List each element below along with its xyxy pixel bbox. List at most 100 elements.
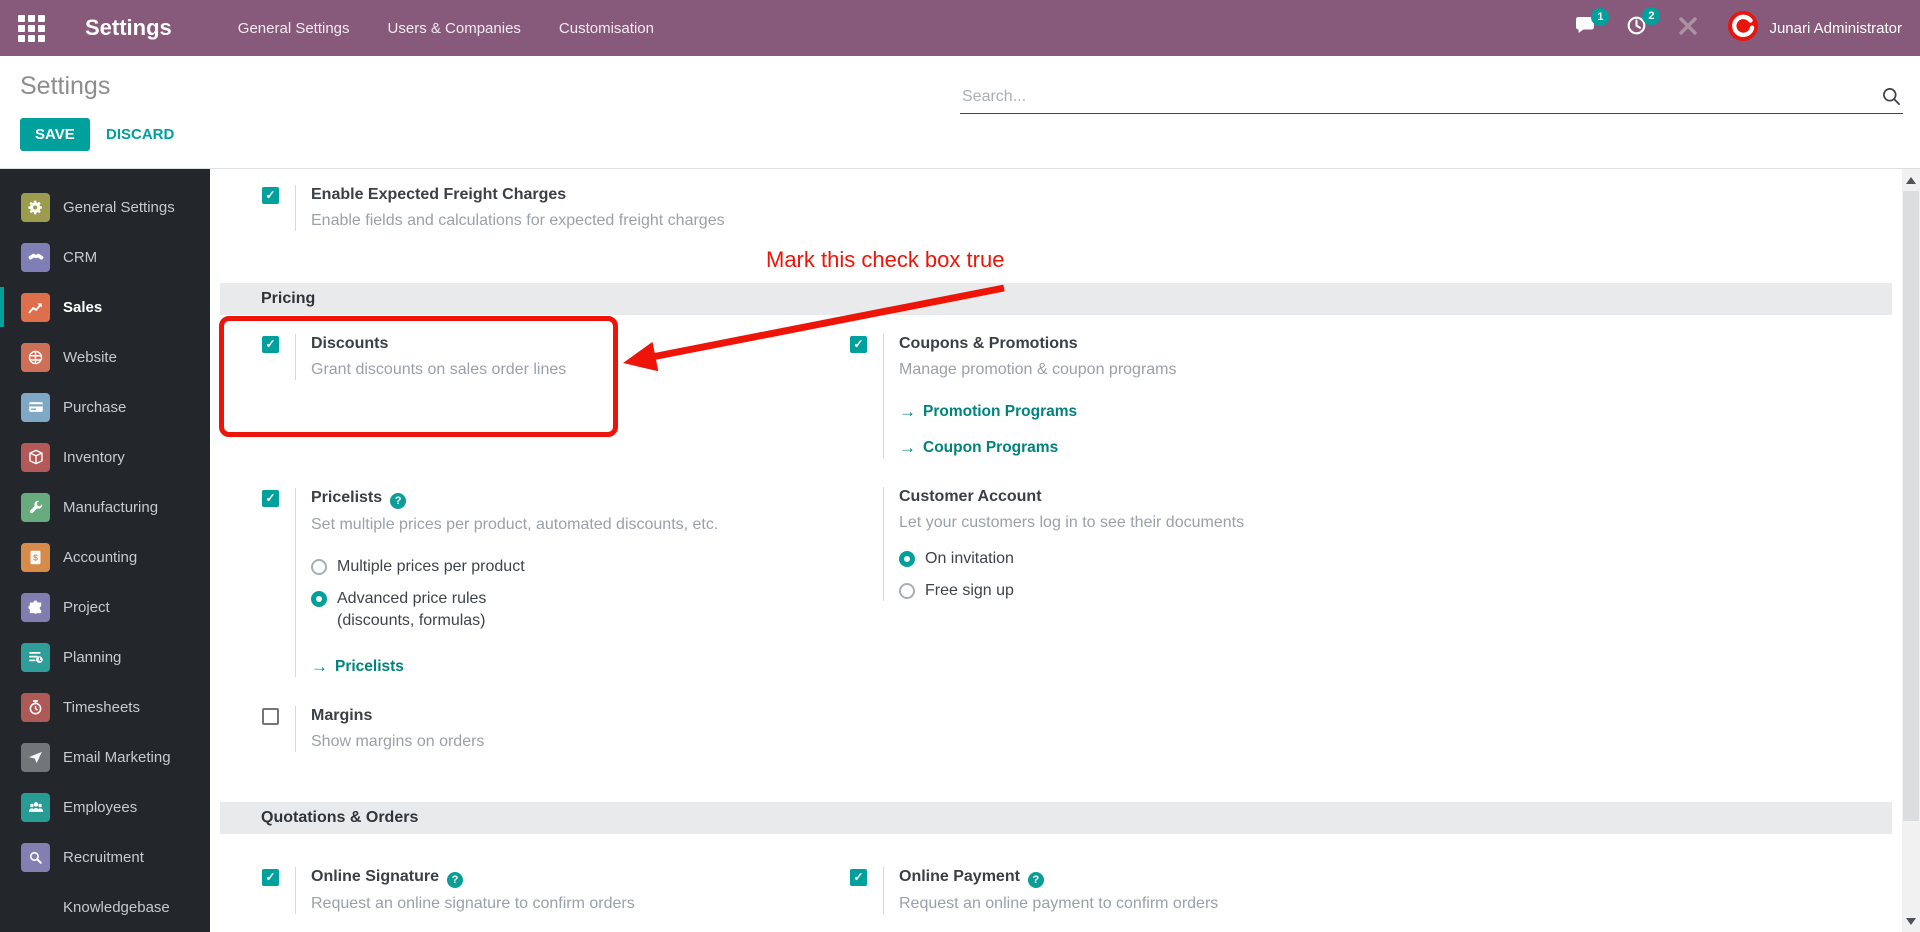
search-icon[interactable] <box>1882 87 1901 111</box>
app-icon-placeholder <box>21 893 50 922</box>
menu-general-settings[interactable]: General Settings <box>234 14 354 43</box>
radio-icon <box>899 583 915 599</box>
radio-advanced-price-rules[interactable]: Advanced price rules <box>311 589 718 609</box>
setting-title: Online Signature <box>311 867 635 888</box>
online-signature-checkbox[interactable] <box>262 869 279 886</box>
setting-title: Pricelists <box>311 488 718 509</box>
sidebar-item-email-marketing[interactable]: Email Marketing <box>0 732 210 782</box>
promotion-programs-link[interactable]: Promotion Programs <box>899 402 1177 422</box>
top-navbar: Settings General Settings Users & Compan… <box>0 0 1920 56</box>
sidebar-item-label: Inventory <box>63 448 125 466</box>
sidebar-item-website[interactable]: Website <box>0 332 210 382</box>
box-icon <box>21 442 50 472</box>
sidebar-item-label: Employees <box>63 798 138 816</box>
pricelists-checkbox[interactable] <box>262 490 279 507</box>
partial-link-arrow[interactable]: → <box>899 924 915 932</box>
coupons-checkbox[interactable] <box>850 336 867 353</box>
activities-badge: 2 <box>1642 7 1661 25</box>
sidebar-item-employees[interactable]: Employees <box>0 782 210 832</box>
sidebar-item-sales[interactable]: Sales <box>0 282 210 332</box>
sidebar-item-label: Accounting <box>63 548 138 566</box>
radio-free-sign-up[interactable]: Free sign up <box>899 581 1244 601</box>
radio-icon <box>899 551 915 567</box>
sidebar-item-label: Timesheets <box>63 698 140 716</box>
freight-checkbox[interactable] <box>262 187 279 204</box>
scroll-down-icon[interactable] <box>1902 912 1920 930</box>
setting-desc: Set multiple prices per product, automat… <box>311 516 719 533</box>
radio-multiple-prices[interactable]: Multiple prices per product <box>311 557 718 577</box>
coupon-programs-link[interactable]: Coupon Programs <box>899 438 1177 458</box>
sidebar-item-crm[interactable]: CRM <box>0 232 210 282</box>
setting-pricelists: Pricelists Set multiple prices per produ… <box>262 488 718 677</box>
messages-button[interactable]: 1 <box>1574 7 1610 41</box>
developer-tools-button[interactable] <box>1677 15 1699 42</box>
setting-online-signature: Online Signature Request an online signa… <box>262 867 635 914</box>
activities-button[interactable]: 2 <box>1626 7 1661 41</box>
menu-customisation[interactable]: Customisation <box>555 14 658 43</box>
user-name: Junari Administrator <box>1769 19 1902 37</box>
save-button[interactable]: SAVE <box>20 118 90 151</box>
sidebar-item-accounting[interactable]: $ Accounting <box>0 532 210 582</box>
setting-desc: Request an online payment to confirm ord… <box>899 895 1219 912</box>
discounts-checkbox[interactable] <box>262 336 279 353</box>
setting-margins: Margins Show margins on orders <box>262 706 484 752</box>
radio-icon <box>311 559 327 575</box>
radio-label: Multiple prices per product <box>337 558 525 575</box>
help-icon[interactable] <box>390 493 407 509</box>
setting-online-payment: Online Payment Request an online payment… <box>850 867 1218 914</box>
setting-title: Coupons & Promotions <box>899 335 1078 352</box>
setting-desc: Show margins on orders <box>311 733 485 750</box>
puzzle-icon <box>21 592 50 622</box>
scrollbar-thumb[interactable] <box>1903 191 1919 821</box>
help-icon[interactable] <box>447 872 464 888</box>
page-title: Settings <box>20 72 111 100</box>
scroll-up-icon[interactable] <box>1902 171 1920 189</box>
search-box <box>960 82 1903 114</box>
setting-desc: Request an online signature to confirm o… <box>311 895 635 912</box>
app-title[interactable]: Settings <box>85 15 172 41</box>
online-payment-checkbox[interactable] <box>850 869 867 886</box>
sidebar-item-manufacturing[interactable]: Manufacturing <box>0 482 210 532</box>
setting-title-text: Pricelists <box>311 489 383 506</box>
setting-title: Customer Account <box>899 488 1042 505</box>
sidebar-item-inventory[interactable]: Inventory <box>0 432 210 482</box>
help-icon[interactable] <box>1027 872 1044 888</box>
sidebar-item-label: Planning <box>63 648 122 666</box>
setting-title: Discounts <box>311 335 389 352</box>
sidebar-item-label: Manufacturing <box>63 498 159 516</box>
setting-expected-freight-charges: Enable Expected Freight Charges Enable f… <box>262 185 725 231</box>
pricelists-link[interactable]: Pricelists <box>311 657 718 677</box>
control-panel: Settings SAVE DISCARD <box>0 56 1920 169</box>
setting-title: Enable Expected Freight Charges <box>311 186 567 203</box>
radio-on-invitation[interactable]: On invitation <box>899 549 1244 569</box>
discard-button[interactable]: DISCARD <box>96 118 184 151</box>
stopwatch-icon <box>21 692 50 722</box>
handshake-icon <box>21 242 50 272</box>
junari-logo-avatar <box>1727 10 1759 47</box>
setting-customer-account: Customer Account Let your customers log … <box>850 487 1244 601</box>
sidebar-item-knowledgebase[interactable]: Knowledgebase <box>0 882 210 932</box>
radio-icon <box>311 591 327 607</box>
sidebar-item-label: Knowledgebase <box>63 898 170 916</box>
apps-grid-icon[interactable] <box>18 14 45 42</box>
setting-title: Online Payment <box>899 867 1218 888</box>
wrench-icon <box>21 492 50 522</box>
sidebar-item-general-settings[interactable]: General Settings <box>0 182 210 232</box>
margins-checkbox[interactable] <box>262 708 279 725</box>
sidebar-item-label: Email Marketing <box>63 748 171 766</box>
sidebar-item-planning[interactable]: Planning <box>0 632 210 682</box>
navbar-right: 1 2 Junari Administrator <box>1544 7 1920 47</box>
sidebar-item-timesheets[interactable]: Timesheets <box>0 682 210 732</box>
vertical-scrollbar[interactable] <box>1902 169 1920 932</box>
svg-text:$: $ <box>33 552 38 562</box>
sidebar-item-label: CRM <box>63 248 98 266</box>
sidebar-item-project[interactable]: Project <box>0 582 210 632</box>
setting-coupons-promotions: Coupons & Promotions Manage promotion & … <box>850 334 1177 458</box>
section-title: Quotations & Orders <box>261 809 419 826</box>
search-input[interactable] <box>962 84 1862 110</box>
sidebar-item-purchase[interactable]: Purchase <box>0 382 210 432</box>
sidebar-item-recruitment[interactable]: Recruitment <box>0 832 210 882</box>
menu-users-companies[interactable]: Users & Companies <box>384 14 525 43</box>
gear-icon <box>21 192 50 222</box>
user-menu[interactable]: Junari Administrator <box>1727 10 1902 47</box>
